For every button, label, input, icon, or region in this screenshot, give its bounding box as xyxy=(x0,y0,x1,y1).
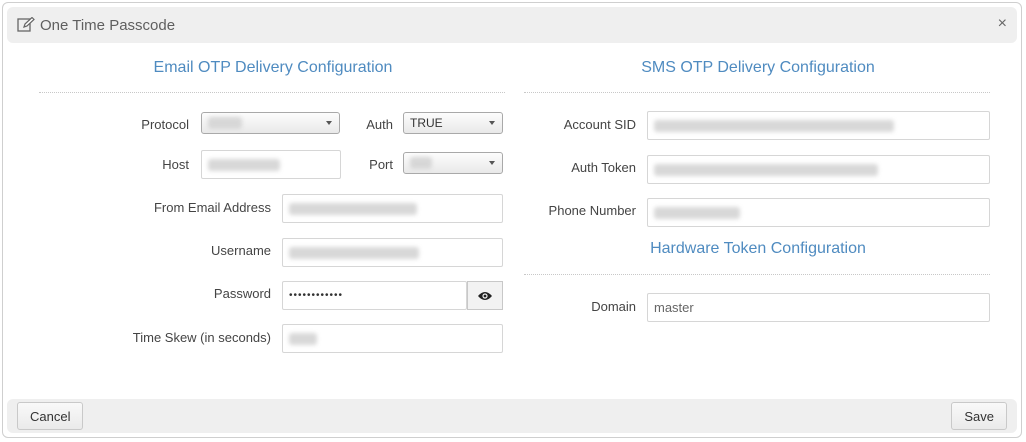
auth-label: Auth xyxy=(366,117,393,132)
cancel-button[interactable]: Cancel xyxy=(17,402,84,430)
time-skew-input[interactable] xyxy=(282,324,503,353)
account-sid-label: Account SID xyxy=(563,117,636,132)
port-value-redacted xyxy=(410,157,432,169)
from-email-label: From Email Address xyxy=(153,200,271,215)
otp-dialog: One Time Passcode × Email OTP Delivery C… xyxy=(2,2,1022,438)
host-input[interactable] xyxy=(201,150,341,179)
auth-token-label: Auth Token xyxy=(571,160,636,175)
protocol-select[interactable] xyxy=(201,112,340,134)
username-input[interactable] xyxy=(282,238,503,267)
email-section-title: Email OTP Delivery Configuration xyxy=(153,59,393,76)
host-label: Host xyxy=(162,157,189,172)
phone-number-label: Phone Number xyxy=(548,203,636,218)
account-sid-input[interactable] xyxy=(647,111,990,140)
port-label: Port xyxy=(369,157,393,172)
dialog-footer: Cancel Save xyxy=(7,399,1017,433)
auth-select-value: TRUE xyxy=(410,116,443,130)
save-button[interactable]: Save xyxy=(951,402,1007,430)
port-select[interactable] xyxy=(403,152,503,174)
protocol-label: Protocol xyxy=(141,117,189,132)
username-label: Username xyxy=(211,243,271,258)
eye-icon xyxy=(478,291,492,300)
sms-divider xyxy=(524,92,990,93)
phone-number-input[interactable] xyxy=(647,198,990,227)
auth-select[interactable]: TRUE xyxy=(403,112,503,134)
phone-number-value-redacted xyxy=(654,206,740,219)
dialog-header: One Time Passcode × xyxy=(7,7,1017,43)
username-value-redacted xyxy=(289,246,419,259)
domain-label: Domain xyxy=(591,299,636,314)
time-skew-label: Time Skew (in seconds) xyxy=(132,330,271,345)
chevron-down-icon xyxy=(489,161,495,165)
password-input[interactable]: •••••••••••• xyxy=(282,281,467,310)
sms-section-title: SMS OTP Delivery Configuration xyxy=(641,59,875,76)
from-email-value-redacted xyxy=(289,202,417,215)
hardware-section-title: Hardware Token Configuration xyxy=(650,240,866,257)
host-value-redacted xyxy=(208,158,280,171)
protocol-value-redacted xyxy=(208,117,242,129)
auth-token-input[interactable] xyxy=(647,155,990,184)
domain-input[interactable]: master xyxy=(647,293,990,322)
chevron-down-icon xyxy=(489,121,495,125)
time-skew-value-redacted xyxy=(289,332,317,345)
close-icon[interactable]: × xyxy=(998,15,1007,33)
show-password-button[interactable] xyxy=(467,281,503,310)
password-label: Password xyxy=(213,286,271,301)
auth-token-value-redacted xyxy=(654,163,878,176)
email-divider xyxy=(39,92,505,93)
hardware-divider xyxy=(524,274,990,275)
edit-icon xyxy=(17,17,35,32)
chevron-down-icon xyxy=(326,121,332,125)
from-email-input[interactable] xyxy=(282,194,503,223)
account-sid-value-redacted xyxy=(654,119,894,132)
dialog-title: One Time Passcode xyxy=(40,17,176,34)
